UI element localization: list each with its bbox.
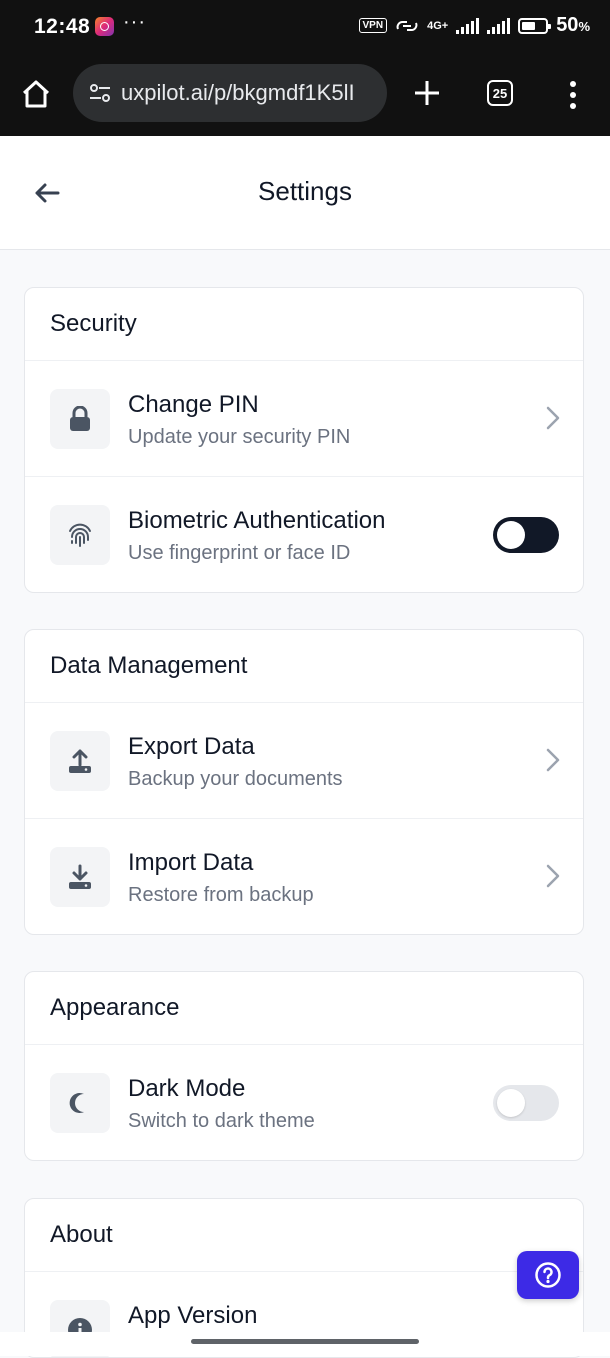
- import-data-row[interactable]: Import Data Restore from backup: [25, 819, 583, 934]
- row-subtitle: Use fingerprint or face ID: [128, 542, 351, 564]
- lock-icon: [70, 406, 90, 431]
- biometric-toggle[interactable]: [493, 517, 559, 553]
- home-gesture-handle[interactable]: [191, 1339, 419, 1344]
- export-data-row[interactable]: Export Data Backup your documents: [25, 703, 583, 819]
- status-bar: 12:48 ··· VPN 4G+ 50%: [0, 0, 610, 56]
- toggle-knob: [497, 521, 525, 549]
- biometric-auth-row: Biometric Authentication Use fingerprint…: [25, 477, 583, 592]
- app-header: Settings: [0, 136, 610, 250]
- new-tab-icon[interactable]: [410, 76, 444, 110]
- row-title: Dark Mode: [128, 1075, 246, 1102]
- status-indicators: VPN 4G+ 50%: [358, 14, 590, 37]
- section-title: Security: [25, 288, 583, 361]
- row-subtitle: Restore from backup: [128, 884, 314, 906]
- address-bar[interactable]: uxpilot.ai/p/bkgmdf1K5lI: [73, 64, 387, 122]
- dark-mode-row: Dark Mode Switch to dark theme: [25, 1045, 583, 1160]
- site-settings-icon[interactable]: [87, 80, 113, 106]
- status-time: 12:48: [34, 15, 91, 38]
- section-title: Data Management: [25, 630, 583, 703]
- help-icon: [535, 1262, 561, 1288]
- row-subtitle: Switch to dark theme: [128, 1110, 315, 1132]
- battery-icon: [518, 17, 552, 34]
- row-subtitle: Backup your documents: [128, 768, 343, 790]
- fingerprint-icon: [69, 523, 91, 547]
- network-type: 4G+: [427, 19, 449, 32]
- section-title: About: [25, 1199, 583, 1272]
- change-pin-row[interactable]: Change PIN Update your security PIN: [25, 361, 583, 477]
- more-notifications-icon: ···: [123, 11, 146, 33]
- fingerprint-icon-container: [50, 505, 110, 565]
- row-title: Change PIN: [128, 391, 259, 418]
- appearance-section: Appearance Dark Mode Switch to dark them…: [24, 971, 584, 1161]
- download-icon: [69, 864, 91, 889]
- instagram-notification-icon: [95, 17, 114, 36]
- battery-percent: 50%: [556, 14, 590, 36]
- chevron-right-icon: [546, 748, 560, 772]
- security-section: Security Change PIN Update your security…: [24, 287, 584, 593]
- download-icon-container: [50, 847, 110, 907]
- tab-switcher-button[interactable]: 25: [487, 80, 513, 106]
- signal-bars-icon: [456, 17, 480, 34]
- vpn-icon: VPN: [358, 18, 388, 33]
- chevron-right-icon: [546, 406, 560, 430]
- row-title: Export Data: [128, 733, 255, 760]
- browser-toolbar: uxpilot.ai/p/bkgmdf1K5lI 25: [0, 56, 610, 136]
- url-text: uxpilot.ai/p/bkgmdf1K5lI: [121, 80, 355, 105]
- row-title: App Version: [128, 1302, 258, 1329]
- data-management-section: Data Management Export Data Backup your …: [24, 629, 584, 935]
- dark-mode-toggle[interactable]: [493, 1085, 559, 1121]
- moon-icon-container: [50, 1073, 110, 1133]
- section-title: Appearance: [25, 972, 583, 1045]
- gesture-nav-bar: [0, 1332, 610, 1356]
- row-title: Biometric Authentication: [128, 507, 386, 534]
- help-button[interactable]: [517, 1251, 579, 1299]
- lock-icon-container: [50, 389, 110, 449]
- upload-icon-container: [50, 731, 110, 791]
- row-title: Import Data: [128, 849, 254, 876]
- row-subtitle: Update your security PIN: [128, 426, 351, 448]
- chevron-right-icon: [546, 864, 560, 888]
- signal-bars-2-icon: [487, 17, 511, 34]
- upload-icon: [69, 749, 91, 773]
- toggle-knob: [497, 1089, 525, 1117]
- moon-icon: [69, 1093, 84, 1113]
- home-icon[interactable]: [20, 78, 52, 110]
- link-icon: [396, 20, 418, 31]
- page-title: Settings: [258, 176, 352, 206]
- more-menu-icon[interactable]: [569, 80, 577, 110]
